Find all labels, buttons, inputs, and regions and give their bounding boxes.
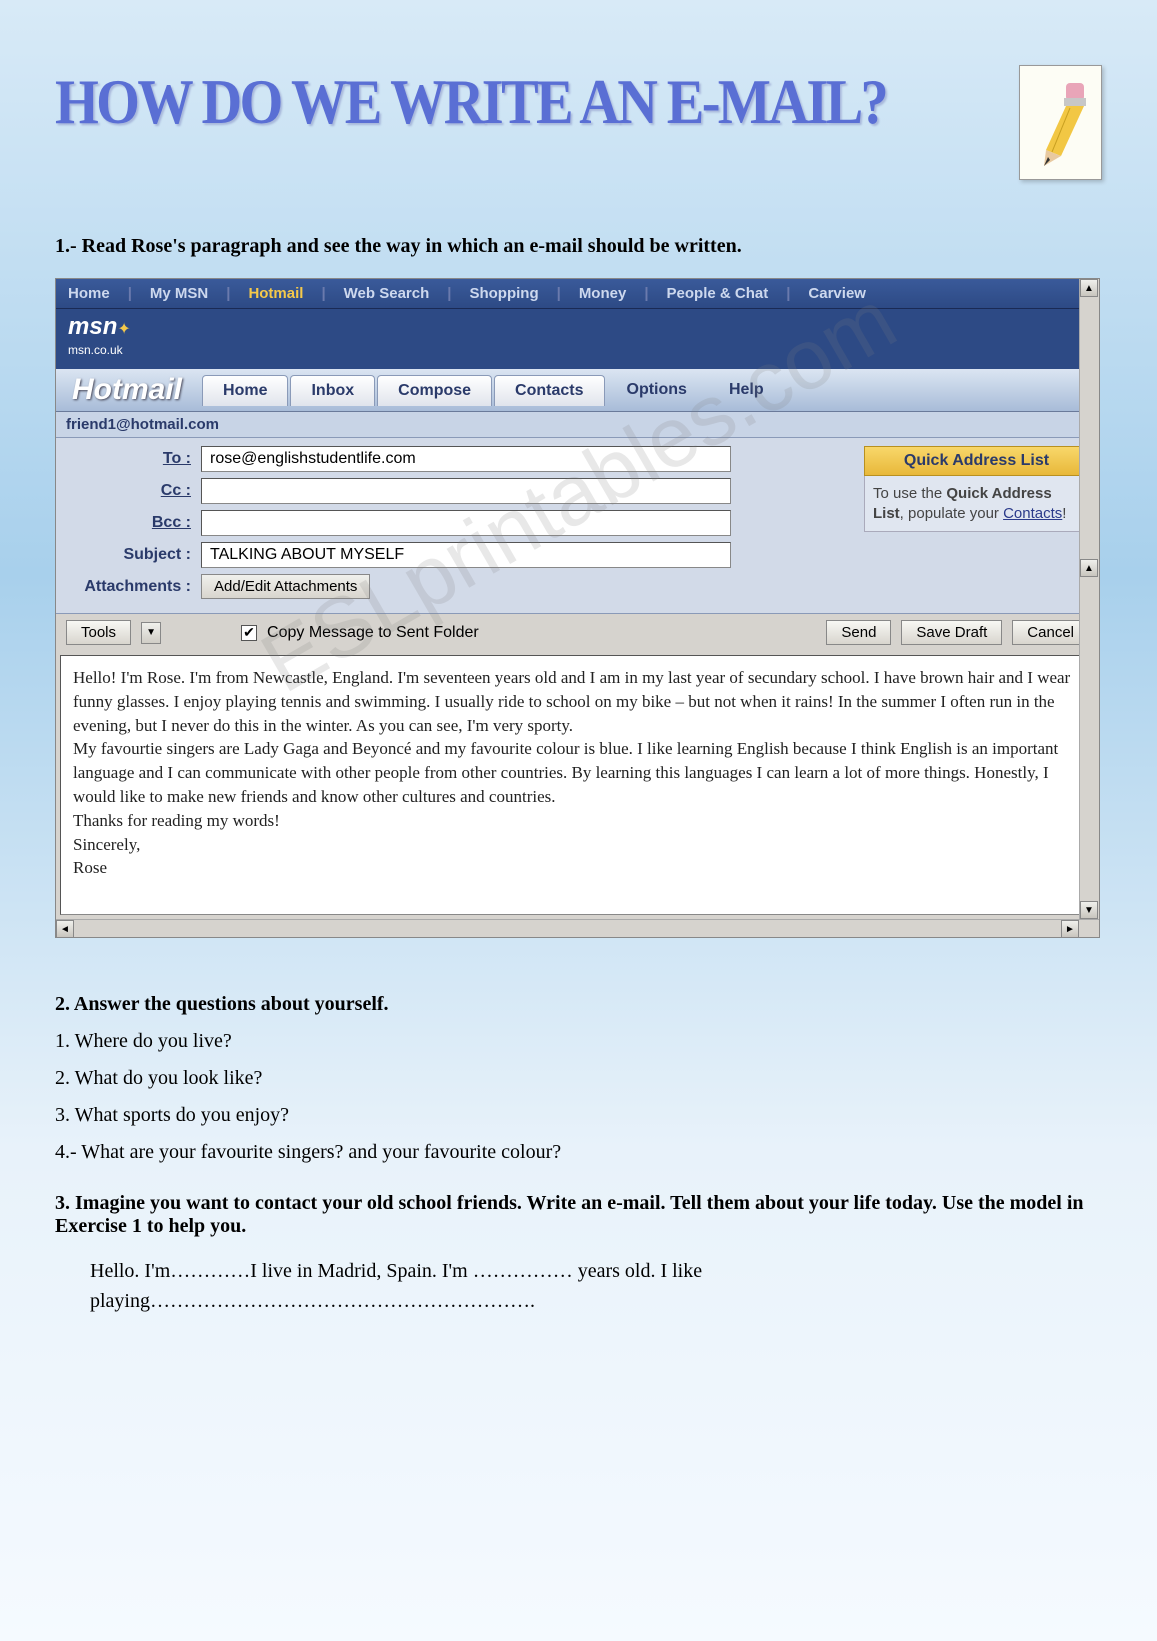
tab-compose[interactable]: Compose (377, 375, 492, 406)
nav-home[interactable]: Home (68, 285, 110, 302)
message-p5: Rose (73, 856, 1082, 880)
tab-help[interactable]: Help (709, 375, 784, 405)
message-p1: Hello! I'm Rose. I'm from Newcastle, Eng… (73, 666, 1082, 737)
msn-domain: msn.co.uk (68, 343, 123, 357)
cc-label: Cc : (66, 482, 201, 500)
contacts-link[interactable]: Contacts (1003, 505, 1062, 522)
to-label: To : (66, 450, 201, 468)
tab-options[interactable]: Options (607, 375, 707, 405)
pencil-image (1019, 65, 1102, 180)
section2-heading: 2. Answer the questions about yourself. (55, 993, 389, 1015)
header: HOW DO WE WRITE AN E-MAIL? (55, 65, 1102, 180)
instruction-1: 1.- Read Rose's paragraph and see the wa… (55, 235, 1102, 258)
to-input[interactable] (201, 446, 731, 472)
message-p3: Thanks for reading my words! (73, 809, 1082, 833)
bcc-label: Bcc : (66, 514, 201, 532)
hotmail-window: ▲ ▲ ▼ Home| My MSN| Hotmail| Web Search|… (55, 278, 1100, 938)
send-button[interactable]: Send (826, 620, 891, 645)
copy-checkbox[interactable]: ✔ (241, 625, 257, 641)
section3-heading: 3. Imagine you want to contact your old … (55, 1192, 1084, 1237)
attachments-button[interactable]: Add/Edit Attachments (201, 574, 370, 599)
tab-inbox[interactable]: Inbox (290, 375, 375, 406)
question-2: 2. What do you look like? (55, 1067, 1102, 1090)
nav-money[interactable]: Money (579, 285, 627, 302)
scrollbar-vertical[interactable]: ▲ ▲ ▼ (1079, 279, 1099, 919)
page-title: HOW DO WE WRITE AN E-MAIL? (55, 65, 886, 139)
exercise3-body: Hello. I'm…………I live in Madrid, Spain. I… (55, 1256, 1102, 1316)
question-4: 4.- What are your favourite singers? and… (55, 1141, 1102, 1164)
cancel-button[interactable]: Cancel (1012, 620, 1089, 645)
compose-form: To : Cc : Bcc : Subject : Attachments : … (56, 438, 1099, 613)
tab-contacts[interactable]: Contacts (494, 375, 604, 406)
bcc-input[interactable] (201, 510, 731, 536)
scroll-left-icon[interactable]: ◄ (56, 920, 74, 938)
quick-address-header: Quick Address List (864, 446, 1089, 476)
scroll-up-icon[interactable]: ▲ (1080, 279, 1098, 297)
message-p2: My favourtie singers are Lady Gaga and B… (73, 737, 1082, 808)
subject-input[interactable] (201, 542, 731, 568)
nav-shopping[interactable]: Shopping (469, 285, 538, 302)
nav-websearch[interactable]: Web Search (344, 285, 430, 302)
scrollbar-horizontal[interactable]: ◄ ► (56, 919, 1099, 937)
save-draft-button[interactable]: Save Draft (901, 620, 1002, 645)
message-body[interactable]: Hello! I'm Rose. I'm from Newcastle, Eng… (60, 655, 1095, 915)
nav-mymsn[interactable]: My MSN (150, 285, 208, 302)
msn-nav-bar: Home| My MSN| Hotmail| Web Search| Shopp… (56, 279, 1099, 309)
nav-carview[interactable]: Carview (808, 285, 866, 302)
tools-button[interactable]: Tools (66, 620, 131, 645)
nav-hotmail[interactable]: Hotmail (248, 285, 303, 302)
copy-label: Copy Message to Sent Folder (267, 624, 479, 642)
section-2: 2. Answer the questions about yourself. … (55, 993, 1102, 1164)
scroll-right-icon[interactable]: ► (1061, 920, 1079, 938)
user-email: friend1@hotmail.com (56, 412, 1099, 438)
hotmail-logo: Hotmail (64, 373, 202, 407)
tab-home[interactable]: Home (202, 375, 288, 406)
msn-logo: msn✦ msn.co.uk (56, 309, 1099, 369)
cc-input[interactable] (201, 478, 731, 504)
scroll-thumb[interactable]: ▲ (1080, 559, 1098, 577)
hotmail-tabs-bar: Hotmail Home Inbox Compose Contacts Opti… (56, 369, 1099, 412)
attachments-label: Attachments : (66, 578, 201, 596)
nav-people[interactable]: People & Chat (667, 285, 769, 302)
tools-dropdown-icon[interactable]: ▼ (141, 622, 161, 644)
section-3: 3. Imagine you want to contact your old … (55, 1192, 1102, 1316)
scroll-down-icon[interactable]: ▼ (1080, 901, 1098, 919)
question-3: 3. What sports do you enjoy? (55, 1104, 1102, 1127)
msn-logo-text: msn (68, 313, 117, 340)
compose-toolbar: Tools ▼ ✔ Copy Message to Sent Folder Se… (56, 613, 1099, 651)
message-p4: Sincerely, (73, 833, 1082, 857)
quick-address-body: To use the Quick Address List, populate … (864, 476, 1089, 532)
subject-label: Subject : (66, 546, 201, 564)
quick-address-panel: Quick Address List To use the Quick Addr… (864, 446, 1089, 605)
question-1: 1. Where do you live? (55, 1030, 1102, 1053)
